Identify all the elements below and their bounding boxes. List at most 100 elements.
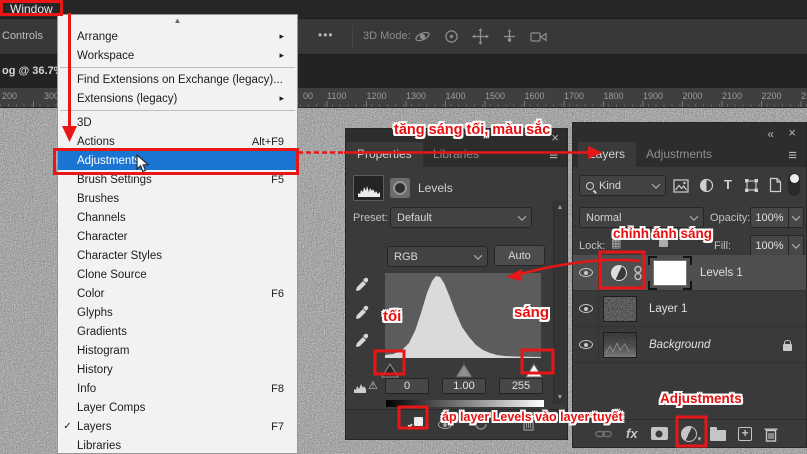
panel-menu-icon[interactable]: ≡ [549,150,558,162]
menu-item-brush-settings[interactable]: Brush SettingsF5 [58,170,297,189]
menu-item-histogram[interactable]: Histogram [58,341,297,360]
camera-3d-icon[interactable] [530,29,549,44]
background-lock-icon[interactable] [783,344,792,351]
channel-value: RGB [394,251,418,263]
gray-point-eyedropper-icon[interactable] [354,304,370,320]
opacity-value[interactable]: 100% [750,207,789,228]
menu-item-history[interactable]: History [58,360,297,379]
filter-smart-objects-icon[interactable] [769,177,782,193]
output-levels-gradient[interactable] [386,400,544,407]
visibility-toggle[interactable] [573,327,599,363]
mask-link-icon[interactable] [634,265,642,281]
pan-3d-icon[interactable] [472,28,489,45]
menu-item-gradients[interactable]: Gradients [58,322,297,341]
preset-dropdown[interactable]: Default [390,207,532,228]
filter-type-layers-icon[interactable]: T [724,177,732,192]
menu-item-channels[interactable]: Channels [58,208,297,227]
visibility-toggle[interactable] [573,291,599,327]
midtone-level-input[interactable]: 1.00 [442,378,486,394]
close-icon[interactable]: × [788,127,796,139]
menu-item-workspace[interactable]: Workspace▸ [58,46,297,65]
menu-item-libraries[interactable]: Libraries [58,436,297,454]
more-options-icon[interactable]: ••• [318,28,334,42]
menu-item-clone-source[interactable]: Clone Source [58,265,297,284]
menu-item-label: 3D [77,117,284,129]
eye-icon [579,340,593,349]
menu-item-actions[interactable]: ActionsAlt+F9 [58,132,297,151]
clip-to-layer-icon[interactable] [406,415,424,431]
layer-row-layer-1[interactable]: Layer 1 [573,291,806,327]
tab-properties[interactable]: Properties [346,142,423,167]
opacity-dropdown-icon[interactable] [789,207,804,228]
black-level-input[interactable]: 0 [385,378,429,394]
slide-3d-icon[interactable] [501,28,518,45]
midtone-slider[interactable] [456,364,472,377]
layer-row-background[interactable]: Background [573,327,806,363]
filter-shape-layers-icon[interactable] [744,178,759,193]
menu-window[interactable]: Window [10,2,53,16]
lock-all-icon[interactable] [659,240,668,247]
delete-layer-icon[interactable] [764,426,778,442]
layers-panel-header: « × ≡ Layers Adjustments [573,123,806,167]
panel-menu-icon[interactable]: ≡ [788,150,797,162]
layer-thumbnail[interactable] [603,296,637,322]
orbit-3d-icon[interactable] [414,28,431,45]
menu-item-info[interactable]: InfoF8 [58,379,297,398]
menu-item-layer-comps[interactable]: Layer Comps [58,398,297,417]
layer-name[interactable]: Layer 1 [649,303,687,315]
link-layers-icon[interactable] [595,429,612,439]
menu-item-glyphs[interactable]: Glyphs [58,303,297,322]
black-point-eyedropper-icon[interactable] [354,276,370,292]
layer-name[interactable]: Background [649,339,710,351]
document-tab[interactable]: og @ 36.7% [2,65,63,77]
white-point-eyedropper-icon[interactable] [354,332,370,348]
layer-thumbnail[interactable] [603,332,637,358]
channel-dropdown[interactable]: RGB [387,246,488,267]
layer-mask-thumbnail[interactable] [648,256,692,290]
close-icon[interactable]: × [551,132,559,144]
layer-style-icon[interactable]: fx [626,426,638,441]
menu-item-find-extensions-on-exchange-legacy[interactable]: Find Extensions on Exchange (legacy)... [58,70,297,89]
menu-scroll-up-icon[interactable]: ▲ [58,16,297,26]
new-layer-icon[interactable]: + [738,427,752,441]
kind-filter-dropdown[interactable]: Kind [579,175,666,196]
window-menu-items: Arrange▸Workspace▸ Find Extensions on Exc… [58,27,297,454]
filter-toggle-switch[interactable] [788,173,800,196]
white-level-input[interactable]: 255 [499,378,543,394]
add-mask-icon[interactable] [651,427,668,440]
menu-item-character-styles[interactable]: Character Styles [58,246,297,265]
blend-mode-dropdown[interactable]: Normal [579,207,704,228]
auto-button[interactable]: Auto [494,245,545,266]
fill-dropdown-icon[interactable] [789,235,804,256]
roll-3d-icon[interactable] [443,28,460,45]
menu-item-adjustments[interactable]: Adjustments [58,151,297,170]
tab-adjustments[interactable]: Adjustments [635,142,723,167]
menu-item-3d[interactable]: 3D [58,113,297,132]
collapse-panel-icon[interactable]: « [767,128,774,140]
menu-item-extensions-legacy[interactable]: Extensions (legacy)▸ [58,89,297,108]
layer-name[interactable]: Levels 1 [700,267,743,279]
black-point-slider[interactable] [382,364,398,377]
filter-adjustment-layers-icon[interactable] [699,178,714,193]
tab-libraries[interactable]: Libraries [422,142,490,167]
layer-row-levels-1[interactable]: Levels 1 [573,255,806,291]
menu-item-brushes[interactable]: Brushes [58,189,297,208]
visibility-toggle[interactable] [573,255,599,291]
properties-scrollbar[interactable]: ▲ ▼ [553,201,566,404]
menu-item-color[interactable]: ColorF6 [58,284,297,303]
white-point-slider[interactable] [526,364,542,377]
menu-item-layers[interactable]: ✓LayersF7 [58,417,297,436]
fill-value[interactable]: 100% [750,235,789,256]
menu-item-label: Character Styles [77,250,284,262]
scroll-down-icon[interactable]: ▼ [554,394,566,401]
scroll-up-icon[interactable]: ▲ [554,204,566,211]
menu-item-label: Arrange [77,31,271,43]
new-group-icon[interactable] [710,430,726,441]
histogram-refresh-icon[interactable] [354,381,366,393]
tab-layers[interactable]: Layers [578,142,636,167]
menu-item-character[interactable]: Character [58,227,297,246]
menu-item-arrange[interactable]: Arrange▸ [58,27,297,46]
filter-pixel-layers-icon[interactable] [673,179,689,193]
new-adjustment-layer-icon[interactable] [681,426,697,442]
adjustment-layer-icon[interactable] [611,265,627,281]
